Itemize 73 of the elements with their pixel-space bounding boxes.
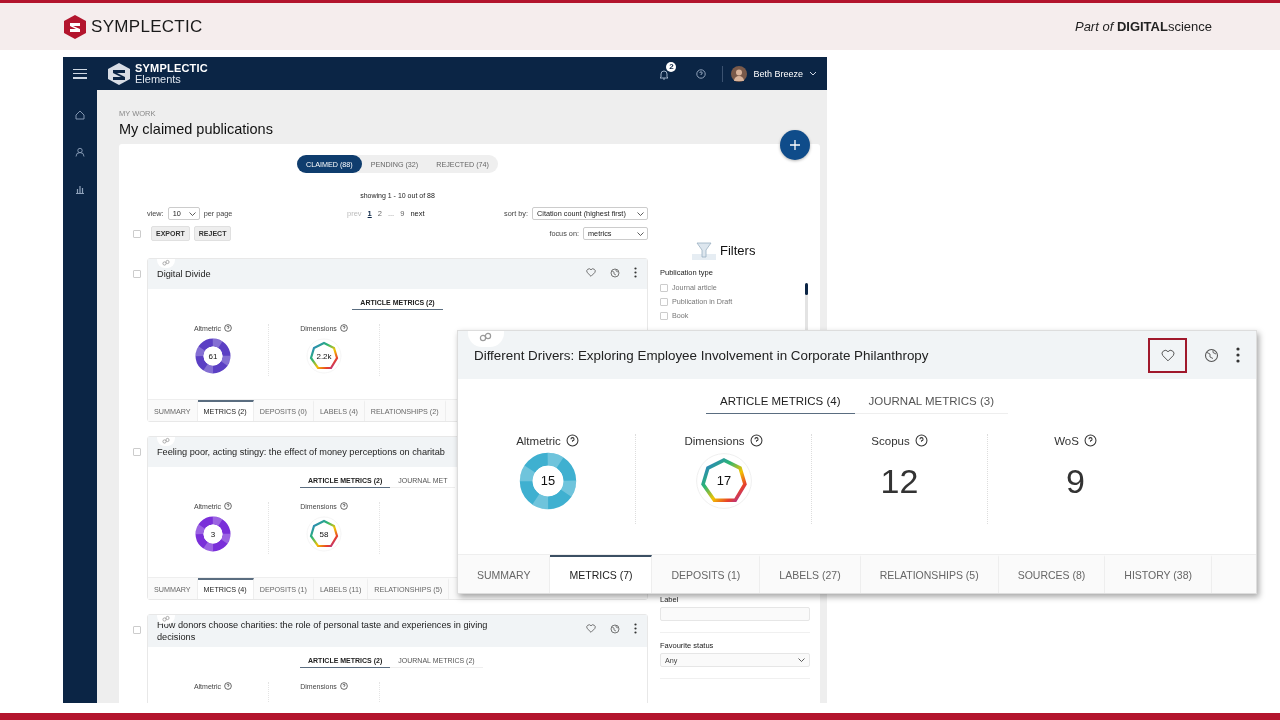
metrics-tab[interactable]: JOURNAL METRICS (3): [854, 392, 1008, 414]
label-input-field[interactable]: [660, 607, 810, 621]
chevron-down-icon: [637, 231, 644, 236]
logo-icon: [64, 14, 86, 39]
globe-icon[interactable]: [610, 267, 620, 278]
metric-value: 9: [1066, 461, 1085, 502]
help-icon[interactable]: [696, 68, 707, 79]
link-icon: [157, 437, 175, 446]
row-checkbox[interactable]: [133, 448, 141, 456]
metric-value: 12: [880, 461, 919, 502]
help-icon[interactable]: [565, 434, 579, 447]
publication-title[interactable]: Digital Divide: [157, 268, 211, 280]
notification-count: 2: [666, 61, 677, 72]
brand-name: SYMPLECTIC: [91, 16, 203, 37]
badge-score: 58: [319, 529, 329, 539]
badge-score: 17: [716, 473, 731, 489]
badge-score: 2.2k: [316, 351, 332, 361]
metric-label: Scopus: [871, 434, 910, 447]
heart-icon: [1160, 348, 1175, 362]
metric-label: Altmetric: [516, 434, 561, 447]
help-icon[interactable]: [914, 434, 928, 447]
row-checkbox[interactable]: [133, 270, 141, 278]
plus-icon: [789, 139, 801, 151]
notifications-button[interactable]: [658, 67, 671, 80]
chevron-down-icon: [798, 658, 805, 662]
heart-icon[interactable]: [586, 624, 596, 633]
badge-score: 15: [540, 473, 555, 489]
publication-title[interactable]: Feeling poor, acting stingy: the effect of money perceptions on charitab: [157, 446, 445, 458]
publication-tab[interactable]: SOURCES (8): [998, 555, 1106, 593]
metrics-tab[interactable]: ARTICLE METRICS (4): [706, 392, 855, 414]
chevron-down-icon: [188, 211, 196, 216]
person-icon[interactable]: [75, 147, 85, 157]
page-title: My claimed publications: [119, 121, 274, 137]
bar-chart-icon[interactable]: [75, 184, 85, 194]
badge-score: 61: [208, 351, 218, 361]
more-icon[interactable]: [1236, 347, 1240, 363]
help-icon[interactable]: [1083, 434, 1097, 447]
add-button[interactable]: [780, 130, 810, 160]
user-menu[interactable]: Beth Breeze: [731, 65, 817, 82]
publication-tab[interactable]: METRICS (7): [550, 555, 653, 593]
filter-checkbox[interactable]: [660, 311, 668, 320]
favourite-button[interactable]: [1148, 337, 1187, 373]
chevron-down-icon: [809, 71, 817, 76]
logo-icon: [107, 61, 131, 86]
filter-checkbox[interactable]: [660, 283, 668, 292]
tagline: Part of DIGITALscience: [1074, 19, 1212, 34]
menu-icon[interactable]: [73, 68, 87, 79]
publication-tab[interactable]: DEPOSITS (1): [652, 555, 761, 593]
link-icon: [157, 259, 175, 268]
publication-title[interactable]: Different Drivers: Exploring Employee Involvement in Corporate Philanthropy: [474, 347, 929, 363]
publication-tab[interactable]: RELATIONSHIPS (5): [860, 555, 999, 593]
row-checkbox[interactable]: [133, 626, 141, 634]
globe-icon[interactable]: [1204, 347, 1219, 363]
badge-score: 3: [210, 529, 216, 539]
metric-label: Dimensions: [684, 434, 745, 447]
avatar-icon: [731, 65, 748, 82]
filters-title: Filters: [720, 242, 756, 258]
funnel-icon: [692, 240, 716, 260]
filter-checkbox[interactable]: [660, 297, 668, 306]
publication-tab[interactable]: LABELS (27): [760, 555, 861, 593]
publication-tab[interactable]: HISTORY (38): [1105, 555, 1213, 593]
globe-icon[interactable]: [610, 623, 620, 634]
more-icon[interactable]: [634, 623, 637, 634]
chevron-down-icon: [637, 211, 644, 216]
help-icon[interactable]: [749, 434, 763, 447]
metric-label: WoS: [1054, 434, 1079, 447]
app-subtitle: Elements: [135, 73, 182, 85]
more-icon[interactable]: [634, 267, 637, 278]
link-icon: [157, 615, 175, 624]
select-all-checkbox[interactable]: [133, 229, 141, 238]
heart-icon[interactable]: [586, 268, 596, 277]
home-icon[interactable]: [75, 110, 85, 120]
app-name: SYMPLECTIC: [135, 62, 208, 74]
